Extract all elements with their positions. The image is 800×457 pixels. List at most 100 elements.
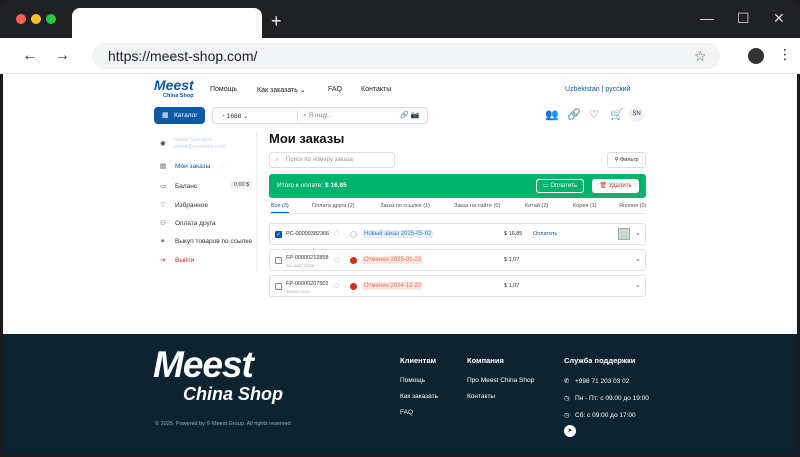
delete-button[interactable]: 🗑 Удалить (592, 179, 639, 193)
search-input[interactable]: ⌕ Я ищу... (303, 112, 332, 120)
footer-col-title: Клиентам (400, 356, 437, 365)
new-tab-button[interactable]: + (271, 12, 282, 30)
footer-link-contacts[interactable]: Контакты (467, 393, 534, 400)
tab-link-order[interactable]: Заказ по ссылке (1) (380, 203, 430, 209)
page-title: Мои заказы (269, 131, 345, 146)
link-icon: ⚭ (160, 238, 166, 245)
back-icon[interactable]: ← (22, 47, 38, 65)
tab-korea[interactable]: Корея (1) (573, 203, 597, 209)
forward-icon[interactable]: → (54, 47, 70, 65)
chevron-down-icon[interactable]: ⌄ (635, 281, 641, 289)
sidebar-item-orders[interactable]: ▤ Мои заказы (160, 162, 210, 170)
total-bar: Итого к оплате: $ 16,85 ▭ Оплатить 🗑 Уда… (269, 174, 646, 198)
footer-phone[interactable]: ✆ +998 71 203 03 02 (564, 377, 649, 385)
footer-hours-week: ◷ Пн - Пт: с 09:00 до 19:00 (564, 394, 649, 402)
site-footer: Meest China Shop © 2025. Powered by © Me… (3, 334, 797, 454)
user-info: Name Surname email@example.com (174, 137, 225, 151)
filter-button[interactable]: ⚲ Фильтр (607, 152, 646, 168)
copy-icon[interactable]: ▢ (334, 257, 339, 263)
footer-link-about[interactable]: Про Meest China Shop (467, 377, 534, 384)
link-header-icon[interactable]: 🔗 (567, 108, 581, 121)
grid-icon: ▦ (162, 112, 169, 119)
minimize-window-dot[interactable] (31, 14, 41, 24)
row-checkbox[interactable] (275, 257, 282, 264)
catalog-button[interactable]: ▦ Каталог (154, 107, 205, 124)
copy-icon[interactable]: ▢ (334, 231, 339, 237)
camera-icon[interactable]: 📷 (411, 112, 420, 119)
order-search-input[interactable]: ⌕ Поиск по номеру заказа (269, 152, 395, 168)
site-logo[interactable]: Meest China Shop (154, 78, 194, 101)
nav-help[interactable]: Помощь (210, 86, 237, 93)
tab-site-order[interactable]: Заказ на сайте (0) (454, 203, 500, 209)
footer-col-title: Служба поддержки (564, 356, 636, 365)
sidebar-item-logout[interactable]: ⇥ Выйти (160, 256, 194, 264)
user-icon[interactable]: 👥 (545, 108, 559, 121)
telegram-icon[interactable]: ➤ (564, 425, 576, 437)
heart-icon[interactable]: ♡ (589, 108, 599, 121)
order-subid: 380-058770236 (286, 263, 315, 268)
phone-icon: ✆ (564, 378, 570, 385)
sidebar-item-link-purchase[interactable]: ⚭ Выкуп товаров по ссылке (160, 237, 252, 245)
account-sidebar: ◉ Name Surname email@example.com ▤ Мои за… (155, 132, 257, 272)
footer-link-help[interactable]: Помощь (400, 377, 438, 384)
order-row[interactable]: FP-00000212858 380-058770236 ▢ Отменен 2… (269, 249, 646, 271)
total-value: $ 16,85 (325, 182, 347, 189)
chevron-down-icon: ⌄ (299, 87, 306, 94)
clock-icon: ◷ (564, 395, 570, 402)
product-search[interactable]: ◔ 1688 ⌄ ⌕ Я ищу... 🔗 📷 (212, 107, 428, 124)
tab-china[interactable]: Китай (2) (525, 203, 548, 209)
nav-contacts[interactable]: Контакты (361, 86, 391, 93)
maximize-icon[interactable]: ☐ (737, 10, 750, 27)
filter-label: Фильтр (620, 157, 639, 163)
footer-col-title: Компания (467, 356, 504, 365)
chevron-down-icon[interactable]: ⌄ (635, 229, 641, 237)
url-input[interactable]: https://meest-shop.com/ (92, 43, 720, 69)
nav-how-to-order[interactable]: Как заказать ⌄ (257, 86, 306, 94)
copy-icon[interactable]: ▢ (334, 283, 339, 289)
sidebar-item-balance[interactable]: ▭ Баланс (160, 182, 197, 190)
sidebar-item-label: Оплата друга (175, 220, 216, 227)
order-search-placeholder: Поиск по номеру заказа (286, 157, 353, 163)
total-text: Итого к оплате: $ 16,85 (277, 182, 347, 189)
close-window-dot[interactable] (16, 14, 26, 24)
tab-friend-payment[interactable]: Оплата друга (2) (312, 203, 355, 209)
footer-col-company: Компания Про Meest China Shop Контакты (467, 356, 534, 409)
hours-week-text: Пн - Пт: с 09:00 до 19:00 (575, 395, 649, 402)
chevron-down-icon[interactable]: ⌄ (635, 255, 641, 263)
bookmark-star-icon[interactable]: ☆ (694, 48, 707, 65)
catalog-label: Каталог (174, 112, 198, 119)
footer-link-how-to-order[interactable]: Как заказать (400, 393, 438, 400)
order-id: FP-00000207502 (286, 281, 329, 287)
browser-tab[interactable] (72, 8, 262, 38)
search-placeholder: Я ищу... (308, 112, 333, 119)
logo-sub-text: China Shop (163, 93, 194, 99)
footer-link-faq[interactable]: FAQ (400, 409, 438, 416)
footer-logo[interactable]: Meest China Shop (153, 346, 283, 403)
sidebar-item-favorites[interactable]: ♡ Избранное (160, 201, 208, 209)
language-selector[interactable]: Uzbekistan | русский (565, 86, 630, 93)
link-icon[interactable]: 🔗 (400, 112, 409, 119)
close-icon[interactable]: ✕ (773, 10, 785, 27)
balance-badge: 0.00 $ (231, 181, 253, 189)
row-checkbox[interactable]: ✓ (275, 231, 282, 238)
tab-all[interactable]: Все (3) (271, 203, 289, 213)
search-icon: ⌕ (303, 112, 307, 119)
sidebar-item-label: Выйти (175, 257, 195, 264)
tab-japan[interactable]: Япония (0) (619, 203, 646, 209)
order-row[interactable]: ✓ PC-00000382366 ▢ Новый заказ 2025-05-0… (269, 223, 646, 245)
order-pay-link[interactable]: Оплатить (533, 231, 557, 237)
menu-kebab-icon[interactable]: ⋮ (778, 46, 792, 63)
profile-icon[interactable] (748, 48, 764, 64)
avatar[interactable]: SN (629, 107, 644, 122)
sidebar-item-friend-payment[interactable]: ⚇ Оплата друга (160, 219, 216, 227)
search-source-label: 1688 (226, 113, 242, 120)
maximize-window-dot[interactable] (46, 14, 56, 24)
row-checkbox[interactable] (275, 283, 282, 290)
product-thumbnail (618, 228, 630, 240)
cart-icon[interactable]: 🛒 (610, 108, 624, 121)
pay-button[interactable]: ▭ Оплатить (536, 179, 584, 193)
order-row[interactable]: FP-00000207502 381600+0322 ▢ Отменен 202… (269, 275, 646, 297)
search-source-select[interactable]: ◔ 1688 ⌄ (221, 112, 248, 120)
minimize-icon[interactable]: — (700, 10, 714, 26)
nav-faq[interactable]: FAQ (328, 86, 342, 93)
